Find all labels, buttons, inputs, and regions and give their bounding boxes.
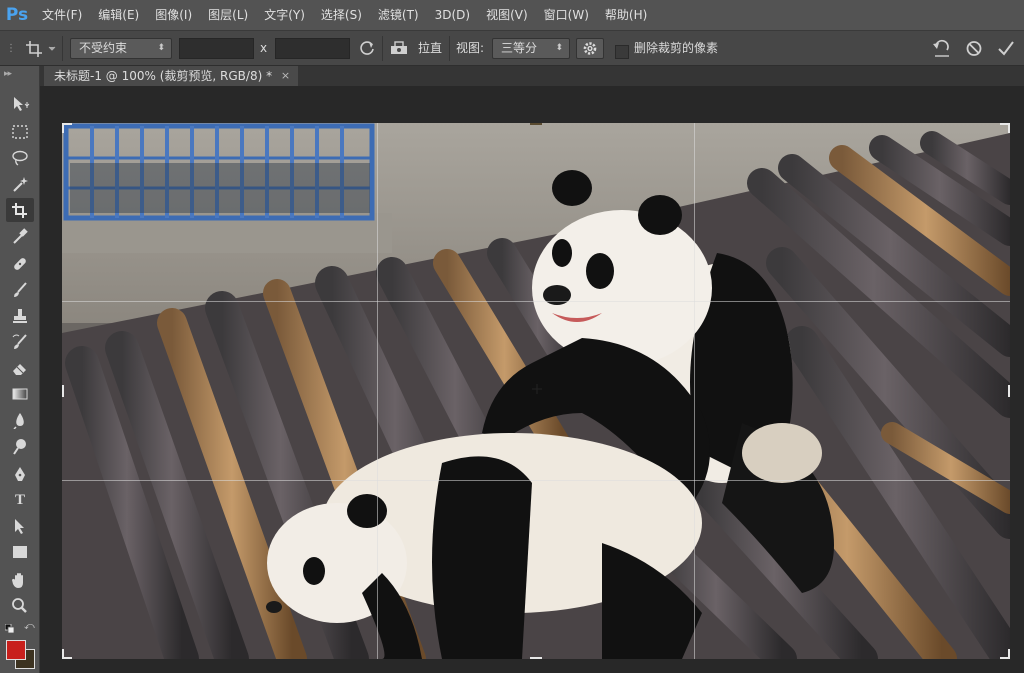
overlay-view-dropdown[interactable]: 三等分 ⬍	[492, 38, 570, 59]
history-brush-tool-icon[interactable]	[6, 330, 34, 354]
crop-settings-button[interactable]	[576, 38, 604, 59]
crop-corner-handle-top-left[interactable]	[62, 123, 64, 133]
overlay-view-value: 三等分	[501, 41, 538, 55]
checkmark-icon	[998, 41, 1014, 56]
cancel-crop-button[interactable]	[963, 38, 985, 59]
grip-icon: ⋮	[6, 43, 16, 54]
crop-corner-handle-top-right[interactable]	[1008, 123, 1010, 133]
crop-tool-icon[interactable]	[6, 198, 34, 222]
brush-tool-icon[interactable]	[6, 278, 34, 302]
options-bar: ⋮ 不受约束 ⬍ x 拉直 视图: 三等分 ⬍ 删除裁剪的像素	[0, 31, 1024, 66]
crop-corner-handle-bottom-left[interactable]	[62, 649, 64, 659]
document-canvas[interactable]	[40, 86, 1024, 673]
pen-tool-icon[interactable]	[6, 462, 34, 486]
cancel-icon	[966, 41, 982, 56]
menu-file[interactable]: 文件(F)	[34, 0, 90, 31]
height-field[interactable]	[275, 38, 350, 59]
delete-cropped-pixels-label: 删除裁剪的像素	[634, 41, 719, 55]
tools-panel: ▸▸ T ⤺	[0, 66, 40, 673]
panda-photo[interactable]	[62, 123, 1010, 659]
healing-brush-tool-icon[interactable]	[6, 252, 34, 276]
updown-arrow-icon: ⬍	[157, 43, 165, 53]
delete-cropped-pixels-checkbox[interactable]	[615, 45, 629, 59]
eyedropper-tool-icon[interactable]	[6, 224, 34, 248]
menu-3d[interactable]: 3D(D)	[427, 0, 478, 31]
document-tab-strip: 未标题-1 @ 100% (裁剪预览, RGB/8) * ×	[40, 66, 1024, 86]
swap-dimensions-button[interactable]	[357, 38, 377, 59]
x-separator: x	[260, 41, 268, 55]
crop-grid-line	[694, 123, 695, 659]
close-tab-icon[interactable]: ×	[281, 66, 290, 86]
dodge-tool-icon[interactable]	[6, 434, 34, 458]
crop-grid-line	[377, 123, 378, 659]
gradient-tool-icon[interactable]	[6, 382, 34, 406]
clone-stamp-tool-icon[interactable]	[6, 304, 34, 328]
ratio-preset-value: 不受约束	[79, 41, 128, 55]
width-field[interactable]	[179, 38, 254, 59]
crop-tool-preset-button[interactable]	[22, 38, 58, 59]
menu-filter[interactable]: 滤镜(T)	[370, 0, 427, 31]
level-icon	[391, 41, 407, 54]
panel-collapse-icon[interactable]: ▸▸	[4, 69, 12, 79]
crop-corner-handle-bottom-right[interactable]	[1008, 649, 1010, 659]
foreground-color-swatch[interactable]	[6, 640, 26, 660]
ratio-preset-dropdown[interactable]: 不受约束 ⬍	[70, 38, 172, 59]
type-tool-icon[interactable]: T	[6, 488, 34, 512]
crop-edge-handle-left[interactable]	[62, 385, 64, 397]
reset-crop-button[interactable]	[930, 38, 954, 59]
crop-center-marker-icon	[532, 384, 542, 394]
eraser-tool-icon[interactable]	[6, 356, 34, 380]
straighten-button[interactable]	[389, 38, 409, 59]
move-tool-icon[interactable]	[6, 92, 34, 116]
crop-grid-line	[62, 480, 1010, 481]
crop-icon	[26, 41, 56, 57]
menu-image[interactable]: 图像(I)	[147, 0, 200, 31]
menu-bar: Ps 文件(F) 编辑(E) 图像(I) 图层(L) 文字(Y) 选择(S) 滤…	[0, 0, 1024, 31]
straighten-label: 拉直	[418, 41, 443, 55]
rectangle-tool-icon[interactable]	[6, 540, 34, 564]
menu-type[interactable]: 文字(Y)	[256, 0, 313, 31]
menu-layer[interactable]: 图层(L)	[200, 0, 256, 31]
blur-tool-icon[interactable]	[6, 408, 34, 432]
path-selection-tool-icon[interactable]	[6, 514, 34, 538]
magic-wand-tool-icon[interactable]	[6, 172, 34, 196]
crop-grid-line	[62, 301, 1010, 302]
app-logo: Ps	[5, 5, 29, 25]
updown-arrow-icon: ⬍	[555, 43, 563, 53]
menu-view[interactable]: 视图(V)	[478, 0, 536, 31]
document-tab-title: 未标题-1 @ 100% (裁剪预览, RGB/8) *	[54, 69, 273, 83]
crop-edge-handle-top[interactable]	[530, 123, 542, 125]
swap-colors-icon[interactable]: ⤺	[24, 622, 36, 632]
menu-window[interactable]: 窗口(W)	[536, 0, 597, 31]
marquee-tool-icon[interactable]	[6, 120, 34, 144]
document-tab[interactable]: 未标题-1 @ 100% (裁剪预览, RGB/8) * ×	[44, 66, 299, 86]
view-label: 视图:	[456, 41, 485, 55]
menu-select[interactable]: 选择(S)	[313, 0, 370, 31]
zoom-tool-icon[interactable]	[6, 594, 34, 618]
lasso-tool-icon[interactable]	[6, 146, 34, 170]
rotate-icon	[360, 41, 374, 55]
default-colors-icon[interactable]	[4, 623, 15, 634]
menu-edit[interactable]: 编辑(E)	[90, 0, 147, 31]
commit-crop-button[interactable]	[995, 38, 1017, 59]
crop-edge-handle-bottom[interactable]	[530, 657, 542, 659]
crop-edge-handle-right[interactable]	[1008, 385, 1010, 397]
hand-tool-icon[interactable]	[6, 568, 34, 592]
menu-help[interactable]: 帮助(H)	[597, 0, 655, 31]
gear-icon	[583, 42, 597, 55]
undo-icon	[933, 39, 949, 57]
